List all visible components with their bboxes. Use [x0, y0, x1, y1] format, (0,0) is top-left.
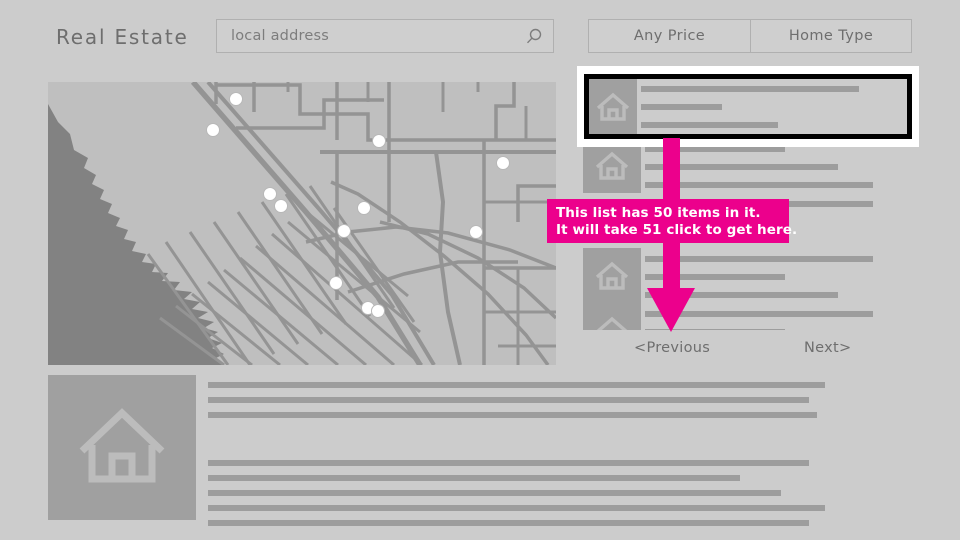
page-title: Real Estate [56, 25, 189, 49]
list-item-thumbnail [583, 303, 641, 330]
annotation-callout: This list has 50 items in it. It will ta… [547, 199, 798, 243]
detail-thumbnail[interactable] [48, 375, 196, 520]
house-icon [595, 261, 629, 290]
map-pin[interactable] [357, 201, 371, 215]
map-pin[interactable] [329, 276, 343, 290]
map-pin[interactable] [469, 225, 483, 239]
next-page-link[interactable]: Next> [804, 340, 851, 356]
map-pin[interactable] [274, 199, 288, 213]
filter-any-price-button[interactable]: Any Price [589, 20, 750, 52]
map-pin[interactable] [372, 134, 386, 148]
detail-text-lines [208, 375, 888, 530]
list-item[interactable] [583, 248, 873, 303]
map-pin[interactable] [337, 224, 351, 238]
map-pin[interactable] [371, 304, 385, 318]
list-item[interactable] [583, 303, 873, 330]
real-estate-app: Real Estate local address Any Price Home… [0, 0, 960, 540]
selected-list-item-focus-ring [577, 66, 919, 147]
search-input[interactable]: local address [216, 19, 554, 53]
list-item-thumbnail [583, 248, 641, 303]
list-item-thumbnail [589, 79, 637, 134]
filter-bar: Any Price Home Type [588, 19, 912, 53]
map-view[interactable] [48, 82, 556, 365]
search-input-placeholder: local address [231, 28, 329, 44]
list-item-selected[interactable] [584, 74, 912, 139]
annotation-callout-line2: It will take 51 click to get here. [556, 222, 798, 238]
filter-home-type-button[interactable]: Home Type [750, 20, 911, 52]
house-icon [596, 92, 630, 121]
filter-home-type-label: Home Type [788, 28, 874, 44]
map-pin[interactable] [229, 92, 243, 106]
map-pin[interactable] [496, 156, 510, 170]
house-icon [79, 408, 165, 483]
house-icon [596, 316, 628, 330]
previous-page-link[interactable]: <Previous [634, 340, 710, 356]
search-icon[interactable] [524, 27, 544, 47]
house-icon [595, 151, 629, 180]
filter-any-price-label: Any Price [633, 28, 706, 44]
map-pin[interactable] [263, 187, 277, 201]
annotation-callout-line1: This list has 50 items in it. [556, 205, 761, 221]
map-canvas [48, 82, 556, 365]
map-pin[interactable] [206, 123, 220, 137]
